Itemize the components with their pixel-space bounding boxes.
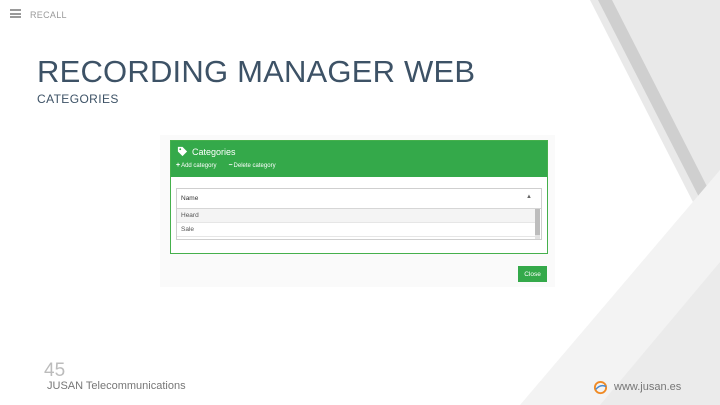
page-number: 45 xyxy=(44,360,66,381)
sort-up-icon[interactable]: ▲ xyxy=(526,194,532,200)
menu-icon[interactable] xyxy=(10,9,21,18)
table-row[interactable]: Heard xyxy=(177,209,535,223)
dialog-toolbar: + Add category − Delete category xyxy=(176,162,276,169)
dialog-header: Categories + Add category − Delete categ… xyxy=(171,141,547,177)
categories-table: Name ▲ Heard Sale xyxy=(176,188,542,240)
close-button[interactable]: Close xyxy=(518,266,547,282)
table-row[interactable]: Sale xyxy=(177,223,535,237)
table-header-name[interactable]: Name ▲ xyxy=(177,189,541,209)
categories-dialog: Categories + Add category − Delete categ… xyxy=(170,140,548,254)
row-label: Sale xyxy=(181,226,195,233)
add-category-label: Add category xyxy=(181,162,217,169)
table-scrollbar[interactable] xyxy=(535,209,540,239)
add-category-button[interactable]: + Add category xyxy=(176,162,216,169)
page-subtitle: CATEGORIES xyxy=(37,92,119,106)
minus-icon: − xyxy=(228,162,233,169)
plus-icon: + xyxy=(176,162,181,169)
scrollbar-thumb[interactable] xyxy=(535,209,540,235)
dialog-title: Categories xyxy=(192,146,236,157)
page-title: RECORDING MANAGER WEB xyxy=(37,54,476,89)
company-name: JUSAN Telecommunications xyxy=(47,380,186,392)
delete-category-button[interactable]: − Delete category xyxy=(228,162,275,169)
delete-category-label: Delete category xyxy=(233,162,276,169)
website-link[interactable]: www.jusan.es xyxy=(614,381,681,393)
row-label: Heard xyxy=(181,212,199,219)
tag-icon xyxy=(177,146,188,157)
column-header-name: Name xyxy=(181,195,199,202)
jusan-logo-icon xyxy=(593,380,608,395)
brand-label: RECALL xyxy=(30,10,67,20)
